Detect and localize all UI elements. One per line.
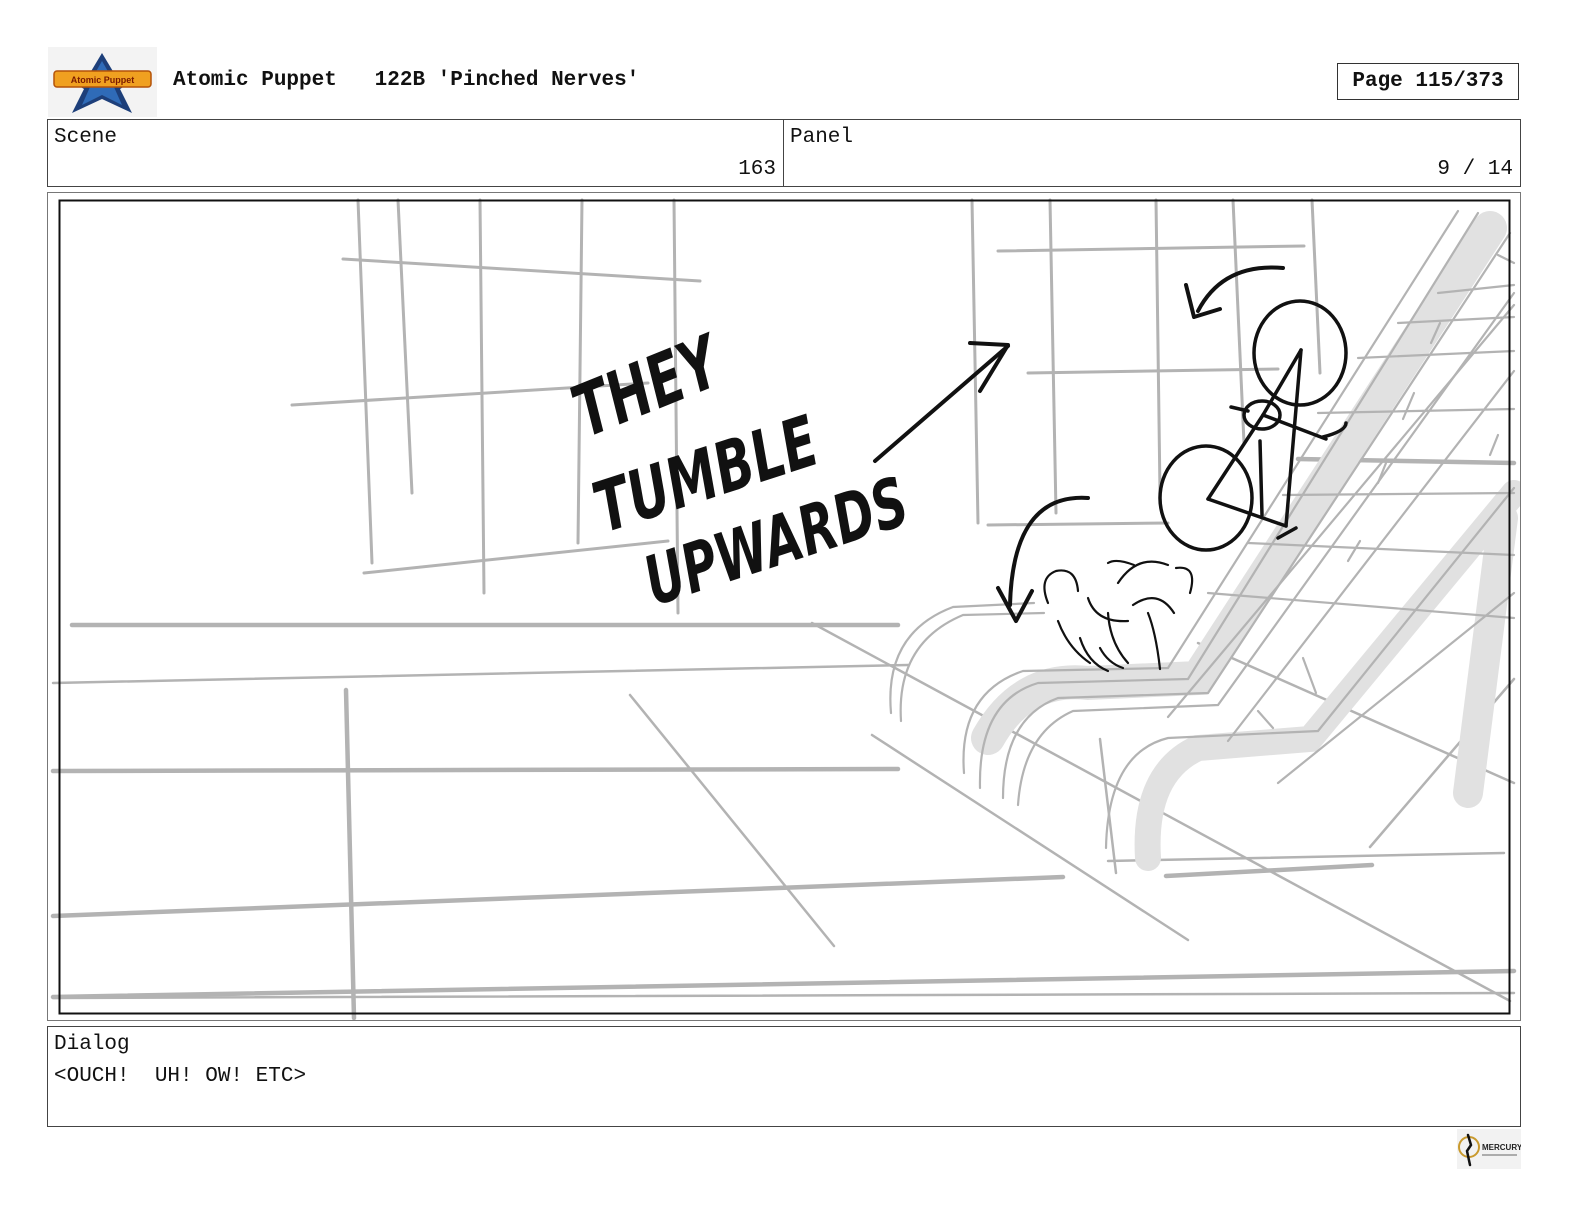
panel-cell: Panel 9 / 14 xyxy=(784,120,1520,186)
scene-cell: Scene 163 xyxy=(48,120,784,186)
tumbling-characters xyxy=(1043,559,1194,673)
storyboard-frame: THEY TUMBLE UPWARDS xyxy=(47,192,1521,1021)
dialog-label: Dialog xyxy=(54,1033,130,1056)
episode-title: 122B 'Pinched Nerves' xyxy=(374,69,640,92)
dialog-text: <OUCH! UH! OW! ETC> xyxy=(54,1065,307,1088)
dialog-box: Dialog <OUCH! UH! OW! ETC> xyxy=(47,1026,1521,1127)
scene-panel-info: Scene 163 Panel 9 / 14 xyxy=(47,119,1521,187)
mercury-filmworks-logo-icon: MERCURY xyxy=(1457,1129,1521,1169)
page-number-text: Page 115/373 xyxy=(1352,70,1504,93)
scene-label: Scene xyxy=(54,126,118,149)
direction-arrows xyxy=(873,265,1285,623)
atomic-puppet-logo-wordmark: Atomic Puppet xyxy=(71,75,135,85)
scene-number: 163 xyxy=(738,158,776,181)
atomic-puppet-logo-icon: Atomic Puppet xyxy=(48,47,157,117)
panel-label: Panel xyxy=(790,126,854,149)
studio-logo-text: MERCURY xyxy=(1482,1143,1521,1152)
show-name: Atomic Puppet xyxy=(173,69,337,92)
panel-number: 9 / 14 xyxy=(1437,158,1513,181)
show-title: Atomic Puppet 122B 'Pinched Nerves' xyxy=(173,69,639,92)
page-number: Page 115/373 xyxy=(1337,63,1519,100)
storyboard-sketch: THEY TUMBLE UPWARDS xyxy=(50,198,1520,1020)
annotation-text: THEY TUMBLE UPWARDS xyxy=(561,318,918,622)
